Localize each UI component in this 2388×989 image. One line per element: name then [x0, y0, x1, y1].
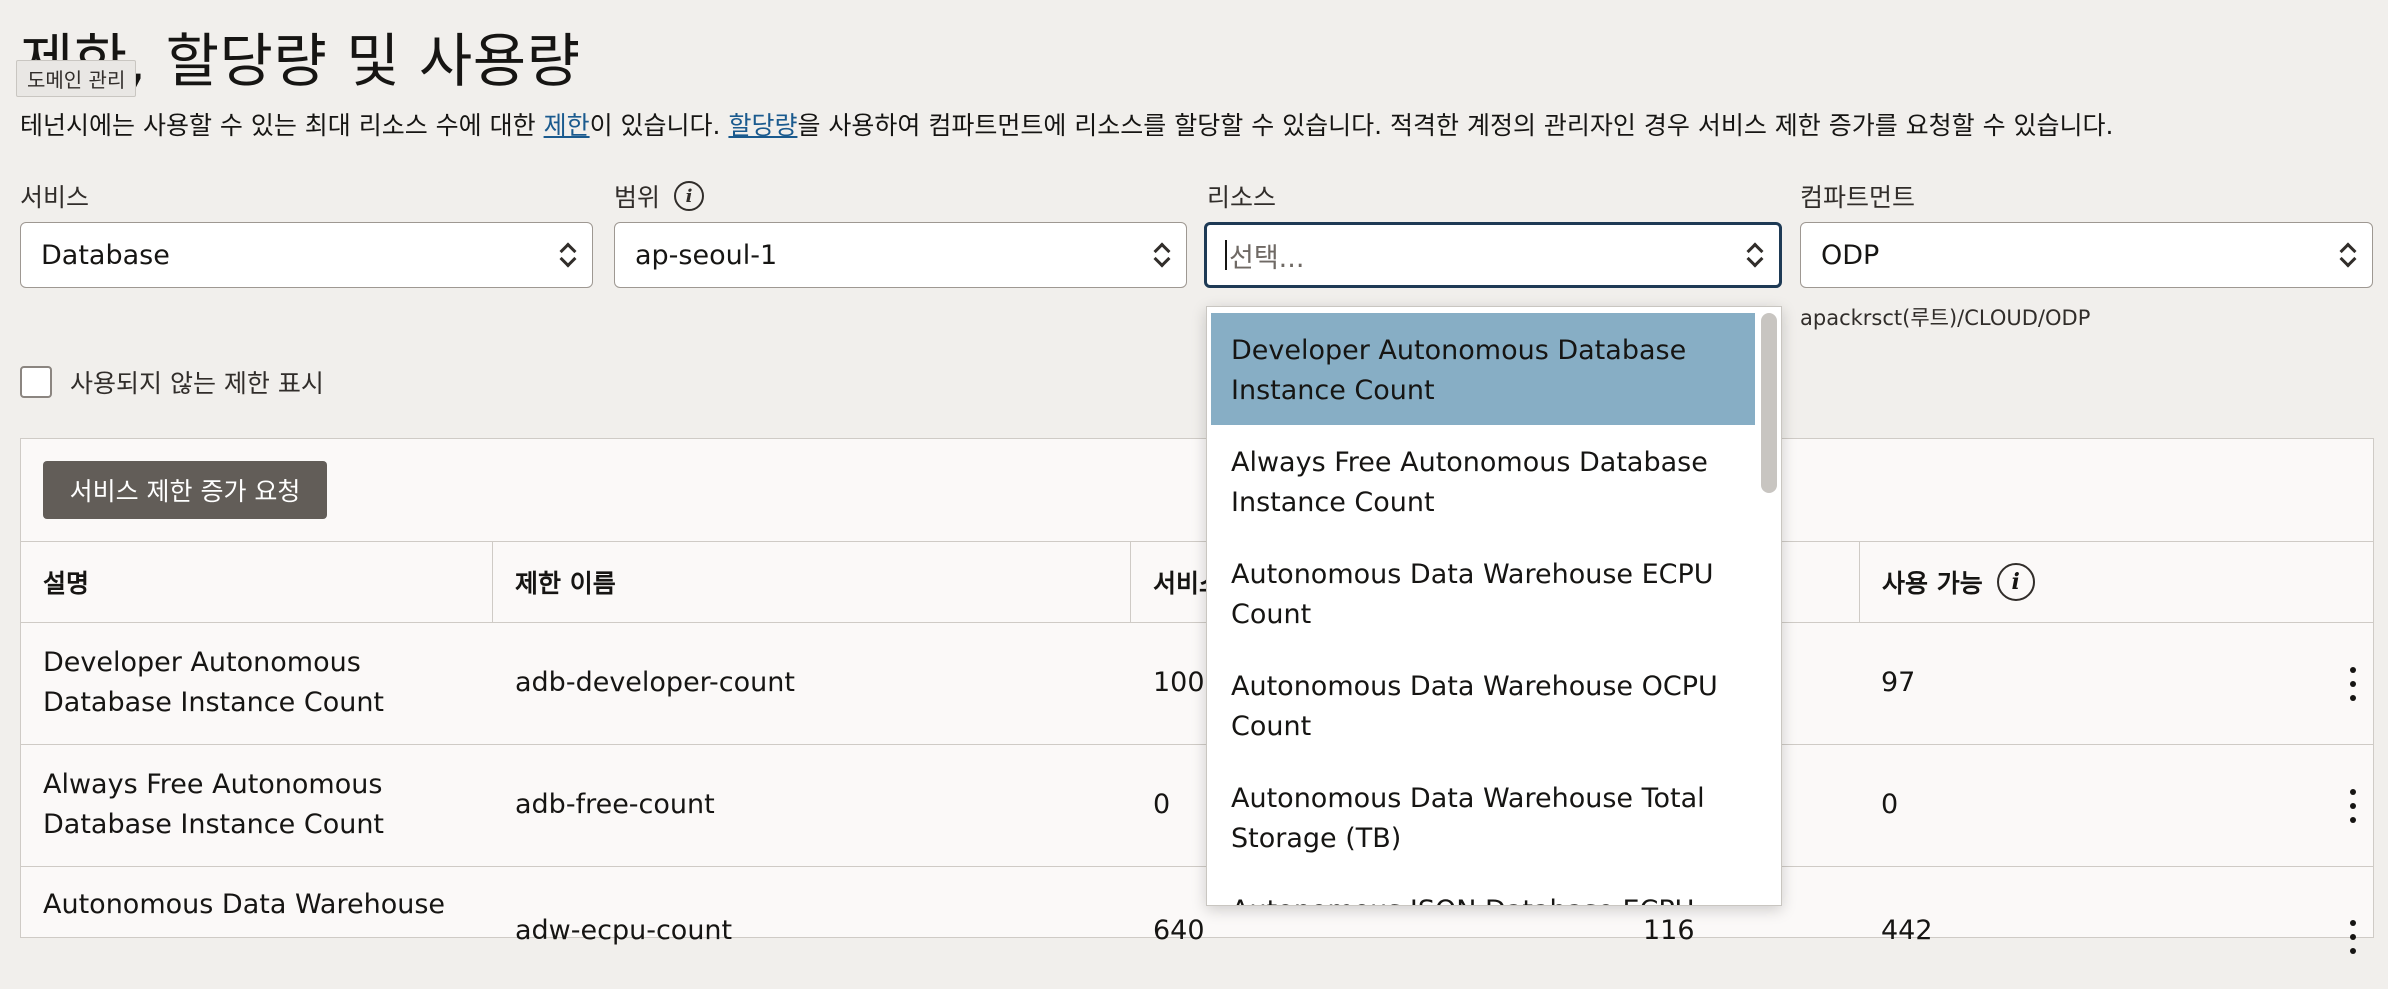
- request-limit-increase-button[interactable]: 서비스 제한 증가 요청: [43, 461, 327, 519]
- column-header-available[interactable]: 사용 가능 i: [1859, 542, 2373, 622]
- resource-label: 리소스: [1207, 178, 1276, 214]
- resource-label-text: 리소스: [1207, 183, 1277, 212]
- row-actions-menu-icon[interactable]: [2343, 666, 2363, 701]
- row-actions-menu-icon[interactable]: [2343, 788, 2363, 823]
- compartment-select-value: ODP: [1821, 239, 1880, 271]
- page-description: 테넌시에는 사용할 수 있는 최대 리소스 수에 대한 제한이 있습니다. 할당…: [20, 106, 2114, 142]
- description-text-3: 을 사용하여 컴파트먼트에 리소스를 할당할 수 있습니다. 적격한 계정의 관…: [797, 111, 2114, 140]
- table-row: Autonomous Data Warehouse adw-ecpu-count…: [21, 867, 2373, 989]
- table-header: 설명 제한 이름 서비스 사용 가능 i: [21, 541, 2373, 623]
- description-text-1: 테넌시에는 사용할 수 있는 최대 리소스 수에 대한: [20, 111, 544, 140]
- resource-dropdown-list: Developer Autonomous Database Instance C…: [1206, 306, 1782, 906]
- description-text-2: 이 있습니다.: [589, 111, 729, 140]
- resource-option[interactable]: Autonomous Data Warehouse OCPU Count: [1211, 649, 1755, 761]
- table-row: Always Free Autonomous Database Instance…: [21, 745, 2373, 867]
- show-unused-limits-checkbox[interactable]: [20, 366, 52, 398]
- info-icon[interactable]: i: [1996, 563, 2035, 601]
- compartment-select[interactable]: ODP: [1800, 222, 2373, 288]
- cell-limit-name: adb-developer-count: [515, 667, 795, 698]
- service-label-text: 서비스: [20, 183, 90, 212]
- resource-option[interactable]: Autonomous JSON Database ECPU: [1211, 873, 1755, 905]
- info-icon[interactable]: i: [674, 181, 705, 211]
- column-header-available-text: 사용 가능: [1882, 569, 1983, 598]
- cell-limit-name: adb-free-count: [515, 789, 715, 820]
- column-header-description[interactable]: 설명: [21, 542, 493, 622]
- chevron-updown-icon: [560, 240, 576, 270]
- service-select-value: Database: [41, 239, 170, 271]
- resource-option[interactable]: Autonomous Data Warehouse ECPU Count: [1211, 537, 1755, 649]
- column-header-limit-name[interactable]: 제한 이름: [493, 542, 1131, 622]
- dropdown-scrollbar[interactable]: [1761, 313, 1777, 493]
- row-actions-menu-icon[interactable]: [2343, 920, 2363, 954]
- compartment-label: 컴파트먼트: [1800, 178, 1915, 214]
- chevron-updown-icon: [2340, 240, 2356, 270]
- show-unused-limits-row: 사용되지 않는 제한 표시: [20, 364, 324, 400]
- cell-limit-name: adw-ecpu-count: [515, 915, 733, 946]
- quotas-link[interactable]: 할당량: [728, 111, 797, 140]
- scope-label: 범위 i: [614, 178, 705, 214]
- resource-option[interactable]: Developer Autonomous Database Instance C…: [1211, 313, 1755, 425]
- scope-select-value: ap-seoul-1: [635, 239, 778, 271]
- scope-label-text: 범위: [614, 183, 661, 212]
- scope-select[interactable]: ap-seoul-1: [614, 222, 1187, 288]
- resource-select-placeholder: 선택...: [1229, 242, 1305, 274]
- tooltip: 도메인 관리: [16, 60, 137, 97]
- table-row: Developer Autonomous Database Instance C…: [21, 623, 2373, 745]
- limits-panel: 서비스 제한 증가 요청 설명 제한 이름 서비스 사용 가능 i Develo…: [20, 438, 2374, 954]
- text-caret: [1225, 240, 1227, 270]
- compartment-label-text: 컴파트먼트: [1800, 183, 1916, 212]
- cell-available: 442: [1881, 915, 1933, 946]
- limits-link[interactable]: 제한: [544, 111, 590, 140]
- cell-description: Autonomous Data Warehouse: [43, 889, 446, 920]
- cell-description: Developer Autonomous Database Instance C…: [43, 647, 385, 718]
- cell-available: 97: [1881, 667, 1916, 698]
- resource-option[interactable]: Always Free Autonomous Database Instance…: [1211, 425, 1755, 537]
- resource-option[interactable]: Autonomous Data Warehouse Total Storage …: [1211, 761, 1755, 873]
- chevron-updown-icon: [1154, 240, 1170, 270]
- compartment-path: apackrsct(루트)/CLOUD/ODP: [1800, 306, 2091, 330]
- cell-description: Always Free Autonomous Database Instance…: [43, 769, 385, 840]
- service-label: 서비스: [20, 178, 89, 214]
- resource-select[interactable]: 선택...: [1204, 222, 1782, 288]
- chevron-updown-icon: [1747, 240, 1763, 270]
- show-unused-limits-label[interactable]: 사용되지 않는 제한 표시: [70, 364, 324, 400]
- cell-available: 0: [1881, 789, 1899, 820]
- service-select[interactable]: Database: [20, 222, 593, 288]
